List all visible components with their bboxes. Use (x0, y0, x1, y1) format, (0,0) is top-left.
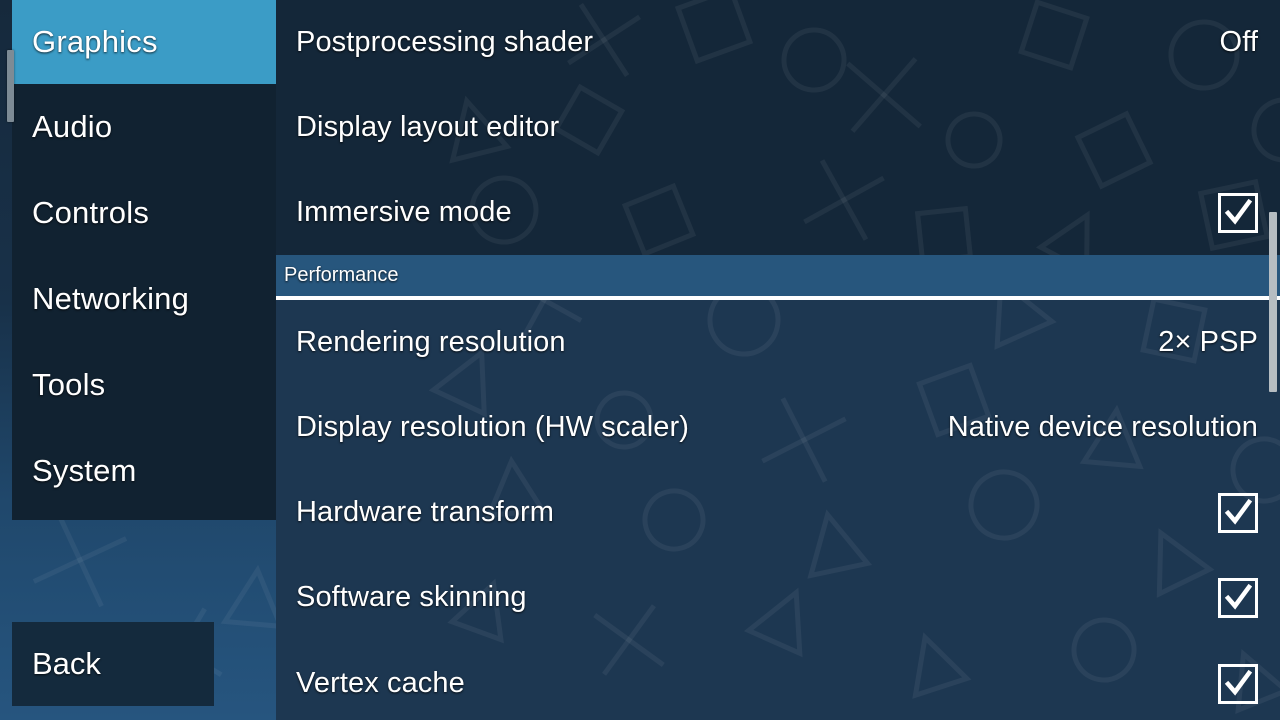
setting-label: Rendering resolution (296, 326, 566, 358)
sidebar-item-controls[interactable]: Controls (12, 171, 276, 255)
sidebar-item-audio[interactable]: Audio (12, 85, 276, 169)
sidebar-item-label: Tools (32, 367, 106, 402)
back-button-label: Back (32, 646, 101, 681)
sidebar-item-label: System (32, 453, 137, 488)
setting-label: Software skinning (296, 581, 527, 613)
setting-value: Off (1219, 26, 1258, 58)
setting-label: Display layout editor (296, 111, 560, 143)
setting-row-display-layout-editor[interactable]: Display layout editor (276, 85, 1280, 170)
sidebar-item-networking[interactable]: Networking (12, 257, 276, 341)
settings-sidebar: Graphics Audio Controls Networking Tools… (0, 0, 276, 720)
sidebar-item-label: Graphics (32, 24, 158, 59)
setting-row-software-skinning[interactable]: Software skinning (276, 555, 1280, 640)
setting-row-display-resolution-hw-scaler[interactable]: Display resolution (HW scaler) Native de… (276, 385, 1280, 470)
sidebar-item-tools[interactable]: Tools (12, 343, 276, 427)
back-button[interactable]: Back (12, 622, 214, 706)
sidebar-item-label: Controls (32, 195, 150, 230)
checkbox-checked-icon[interactable] (1218, 492, 1258, 533)
section-header-performance: Performance (276, 255, 1280, 296)
setting-row-postprocessing-shader[interactable]: Postprocessing shader Off (276, 0, 1280, 85)
setting-label: Postprocessing shader (296, 26, 594, 58)
settings-list: Postprocessing shader Off Display layout… (276, 0, 1280, 720)
setting-row-vertex-cache[interactable]: Vertex cache (276, 641, 1280, 720)
sidebar-item-graphics[interactable]: Graphics (12, 0, 276, 84)
sidebar-scrollbar-thumb[interactable] (7, 50, 14, 122)
setting-label: Display resolution (HW scaler) (296, 411, 689, 443)
sidebar-item-label: Networking (32, 281, 190, 316)
sidebar-item-label: Audio (32, 109, 113, 144)
setting-label: Hardware transform (296, 496, 555, 528)
section-header-label: Performance (284, 264, 399, 286)
setting-row-immersive-mode[interactable]: Immersive mode (276, 170, 1280, 255)
checkbox-checked-icon[interactable] (1218, 663, 1258, 704)
setting-row-rendering-resolution[interactable]: Rendering resolution 2× PSP (276, 300, 1280, 385)
sidebar-nav-panel: Graphics Audio Controls Networking Tools… (12, 0, 276, 520)
setting-value: Native device resolution (947, 411, 1258, 443)
setting-row-hardware-transform[interactable]: Hardware transform (276, 470, 1280, 555)
setting-label: Vertex cache (296, 667, 465, 699)
ppsspp-settings-screen: Graphics Audio Controls Networking Tools… (0, 0, 1280, 720)
setting-value: 2× PSP (1158, 326, 1258, 358)
settings-scrollbar-thumb[interactable] (1269, 212, 1277, 392)
setting-label: Immersive mode (296, 196, 512, 228)
checkbox-checked-icon[interactable] (1218, 577, 1258, 618)
checkbox-checked-icon[interactable] (1218, 192, 1258, 233)
sidebar-item-system[interactable]: System (12, 429, 276, 513)
